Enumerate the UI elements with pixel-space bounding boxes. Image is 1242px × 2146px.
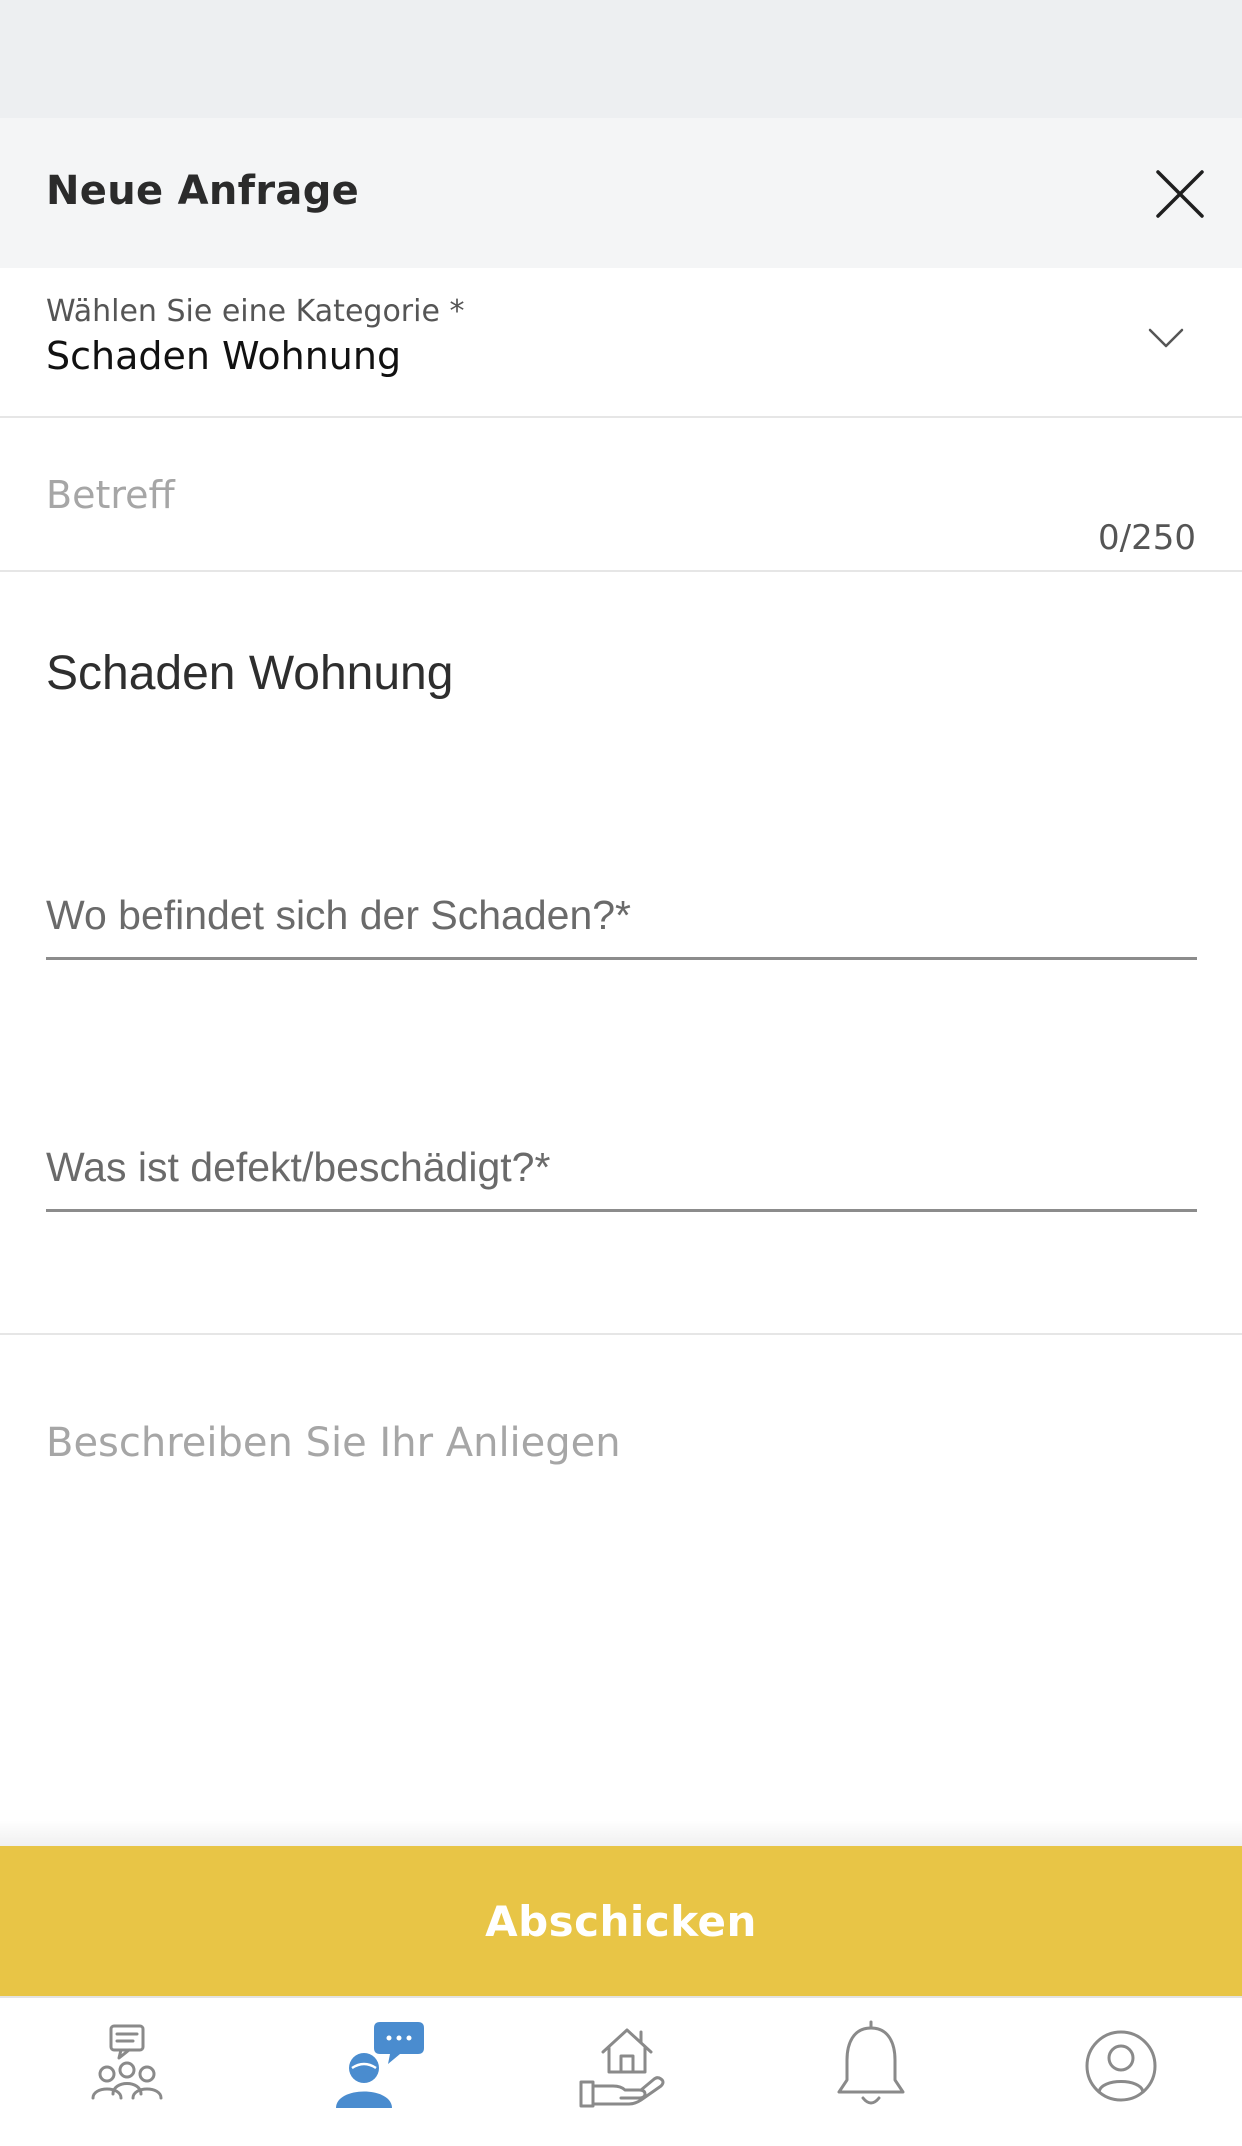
tab-profile[interactable] [1071, 2016, 1171, 2116]
damage-location-field-container [46, 880, 1197, 960]
chevron-down-icon [1146, 322, 1186, 352]
subject-container: 0/250 [0, 420, 1242, 572]
submit-button[interactable]: Abschicken [0, 1846, 1242, 1996]
tab-bar [0, 1996, 1242, 2146]
description-textarea[interactable] [46, 1420, 1196, 1800]
chat-request-icon [336, 2022, 424, 2108]
bell-icon [837, 2020, 905, 2105]
close-icon [1156, 170, 1204, 218]
damaged-item-input[interactable] [46, 1132, 1197, 1202]
subject-input[interactable] [46, 470, 1146, 520]
header: Neue Anfrage [0, 118, 1242, 268]
page-title: Neue Anfrage [46, 168, 360, 214]
community-icon [91, 2024, 163, 2100]
tab-home-service[interactable] [573, 2016, 673, 2116]
submit-shadow [0, 1820, 1242, 1846]
status-bar [0, 0, 1242, 118]
home-service-icon [579, 2028, 665, 2108]
form-section-title: Schaden Wohnung [46, 647, 454, 700]
subject-char-counter: 0/250 [1098, 518, 1196, 558]
profile-icon [1085, 2030, 1157, 2102]
damage-item-field-container [46, 1132, 1197, 1212]
category-select[interactable]: Wählen Sie eine Kategorie * Schaden Wohn… [0, 268, 1242, 418]
close-button[interactable] [1152, 166, 1208, 222]
divider [0, 1333, 1242, 1335]
tab-community[interactable] [77, 2016, 177, 2116]
category-value: Schaden Wohnung [46, 334, 402, 378]
tab-notifications[interactable] [821, 2016, 921, 2116]
category-label: Wählen Sie eine Kategorie * [46, 294, 465, 329]
damage-location-input[interactable] [46, 880, 1197, 950]
tab-requests[interactable] [326, 2016, 426, 2116]
